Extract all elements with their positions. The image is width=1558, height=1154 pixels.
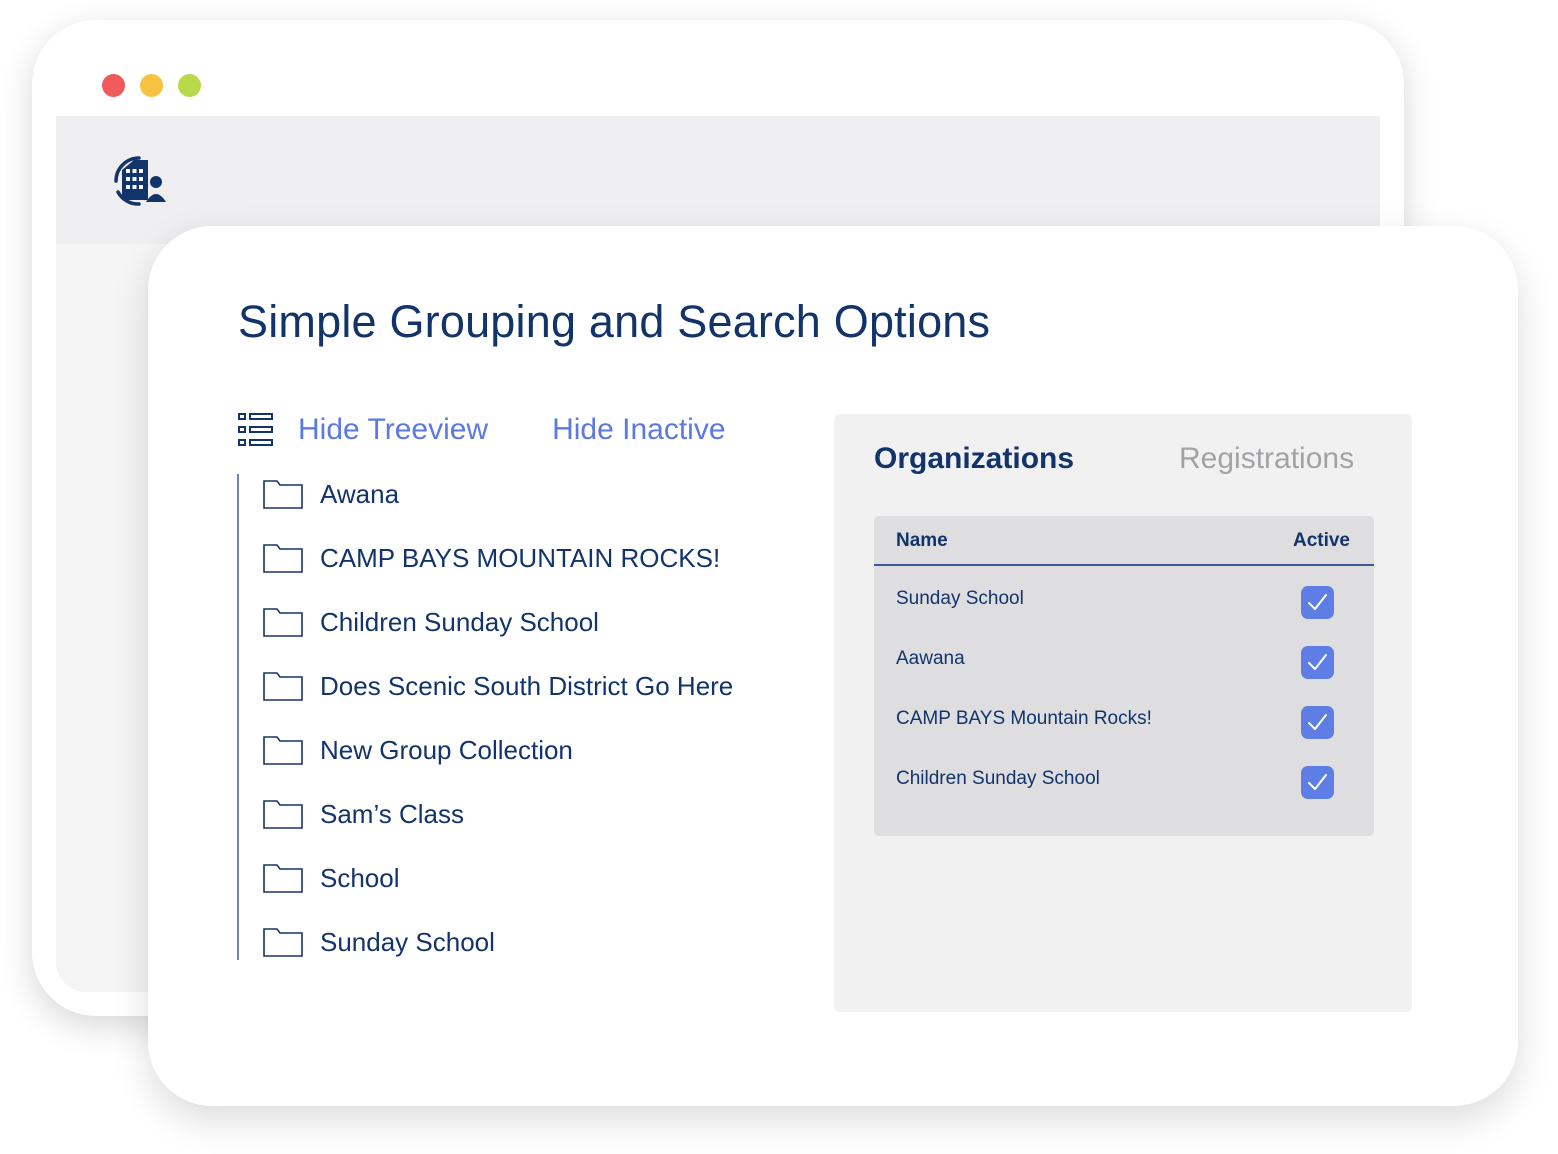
folder-icon [263,608,303,637]
tree-toolbar: Hide Treeview Hide Inactive [238,408,726,452]
tab-organizations[interactable]: Organizations [874,442,1074,476]
row-name: CAMP BAYS Mountain Rocks! [896,708,1152,729]
check-icon [1308,714,1327,730]
active-checkbox[interactable] [1301,766,1334,799]
folder-icon [263,544,303,573]
row-name: Sunday School [896,588,1024,609]
active-checkbox[interactable] [1301,586,1334,619]
row-name: Children Sunday School [896,768,1100,789]
results-panel: Organizations Registrations Name Active … [834,414,1412,1012]
tree-item-sams-class[interactable]: Sam’s Class [263,794,464,834]
row-name: Aawana [896,648,965,669]
column-header-active[interactable]: Active [1293,530,1350,552]
tree-item-school[interactable]: School [263,858,400,898]
check-icon [1308,654,1327,670]
tree-item-label: School [320,862,400,893]
grouping-options-card: Simple Grouping and Search Options Hide … [148,226,1518,1106]
tree-item-camp-bays[interactable]: CAMP BAYS MOUNTAIN ROCKS! [263,538,720,578]
treeview-list-icon[interactable] [238,412,274,448]
check-icon [1308,774,1327,790]
tree-item-scenic-south[interactable]: Does Scenic South District Go Here [263,666,733,706]
page-title: Simple Grouping and Search Options [238,296,991,347]
group-tree: Awana CAMP BAYS MOUNTAIN ROCKS! Children… [237,474,797,960]
tree-item-new-group-collection[interactable]: New Group Collection [263,730,573,770]
organizations-table: Name Active Sunday School Aawana CAMP BA… [874,516,1374,836]
table-row[interactable]: Aawana [874,626,1374,686]
tree-item-label: Sam’s Class [320,798,465,829]
tree-item-label: Does Scenic South District Go Here [320,670,734,701]
tree-item-label: Children Sunday School [320,606,599,637]
table-header: Name Active [874,516,1374,566]
column-header-name[interactable]: Name [896,530,948,552]
table-row[interactable]: Sunday School [874,566,1374,626]
folder-icon [263,864,303,893]
hide-treeview-link[interactable]: Hide Treeview [298,413,488,447]
tree-item-children-sunday-school[interactable]: Children Sunday School [263,602,599,642]
active-checkbox[interactable] [1301,646,1334,679]
minimize-window-dot[interactable] [140,74,163,97]
window-controls [102,74,201,97]
active-checkbox[interactable] [1301,706,1334,739]
close-window-dot[interactable] [102,74,125,97]
folder-icon [263,672,303,701]
table-row[interactable]: CAMP BAYS Mountain Rocks! [874,686,1374,746]
folder-icon [263,736,303,765]
tree-item-label: Awana [320,478,400,509]
check-icon [1308,594,1327,610]
tree-item-label: New Group Collection [320,734,573,765]
app-header [56,116,1380,244]
folder-icon [263,800,303,829]
tree-item-label: CAMP BAYS MOUNTAIN ROCKS! [320,542,721,573]
tree-item-awana[interactable]: Awana [263,474,399,514]
building-user-icon[interactable] [110,152,168,210]
tab-registrations[interactable]: Registrations [1179,442,1354,476]
folder-icon [263,480,303,509]
folder-icon [263,928,303,957]
hide-inactive-link[interactable]: Hide Inactive [552,413,725,447]
tree-item-label: Sunday School [320,926,495,957]
table-row[interactable]: Children Sunday School [874,746,1374,806]
maximize-window-dot[interactable] [178,74,201,97]
tree-item-sunday-school[interactable]: Sunday School [263,922,495,962]
